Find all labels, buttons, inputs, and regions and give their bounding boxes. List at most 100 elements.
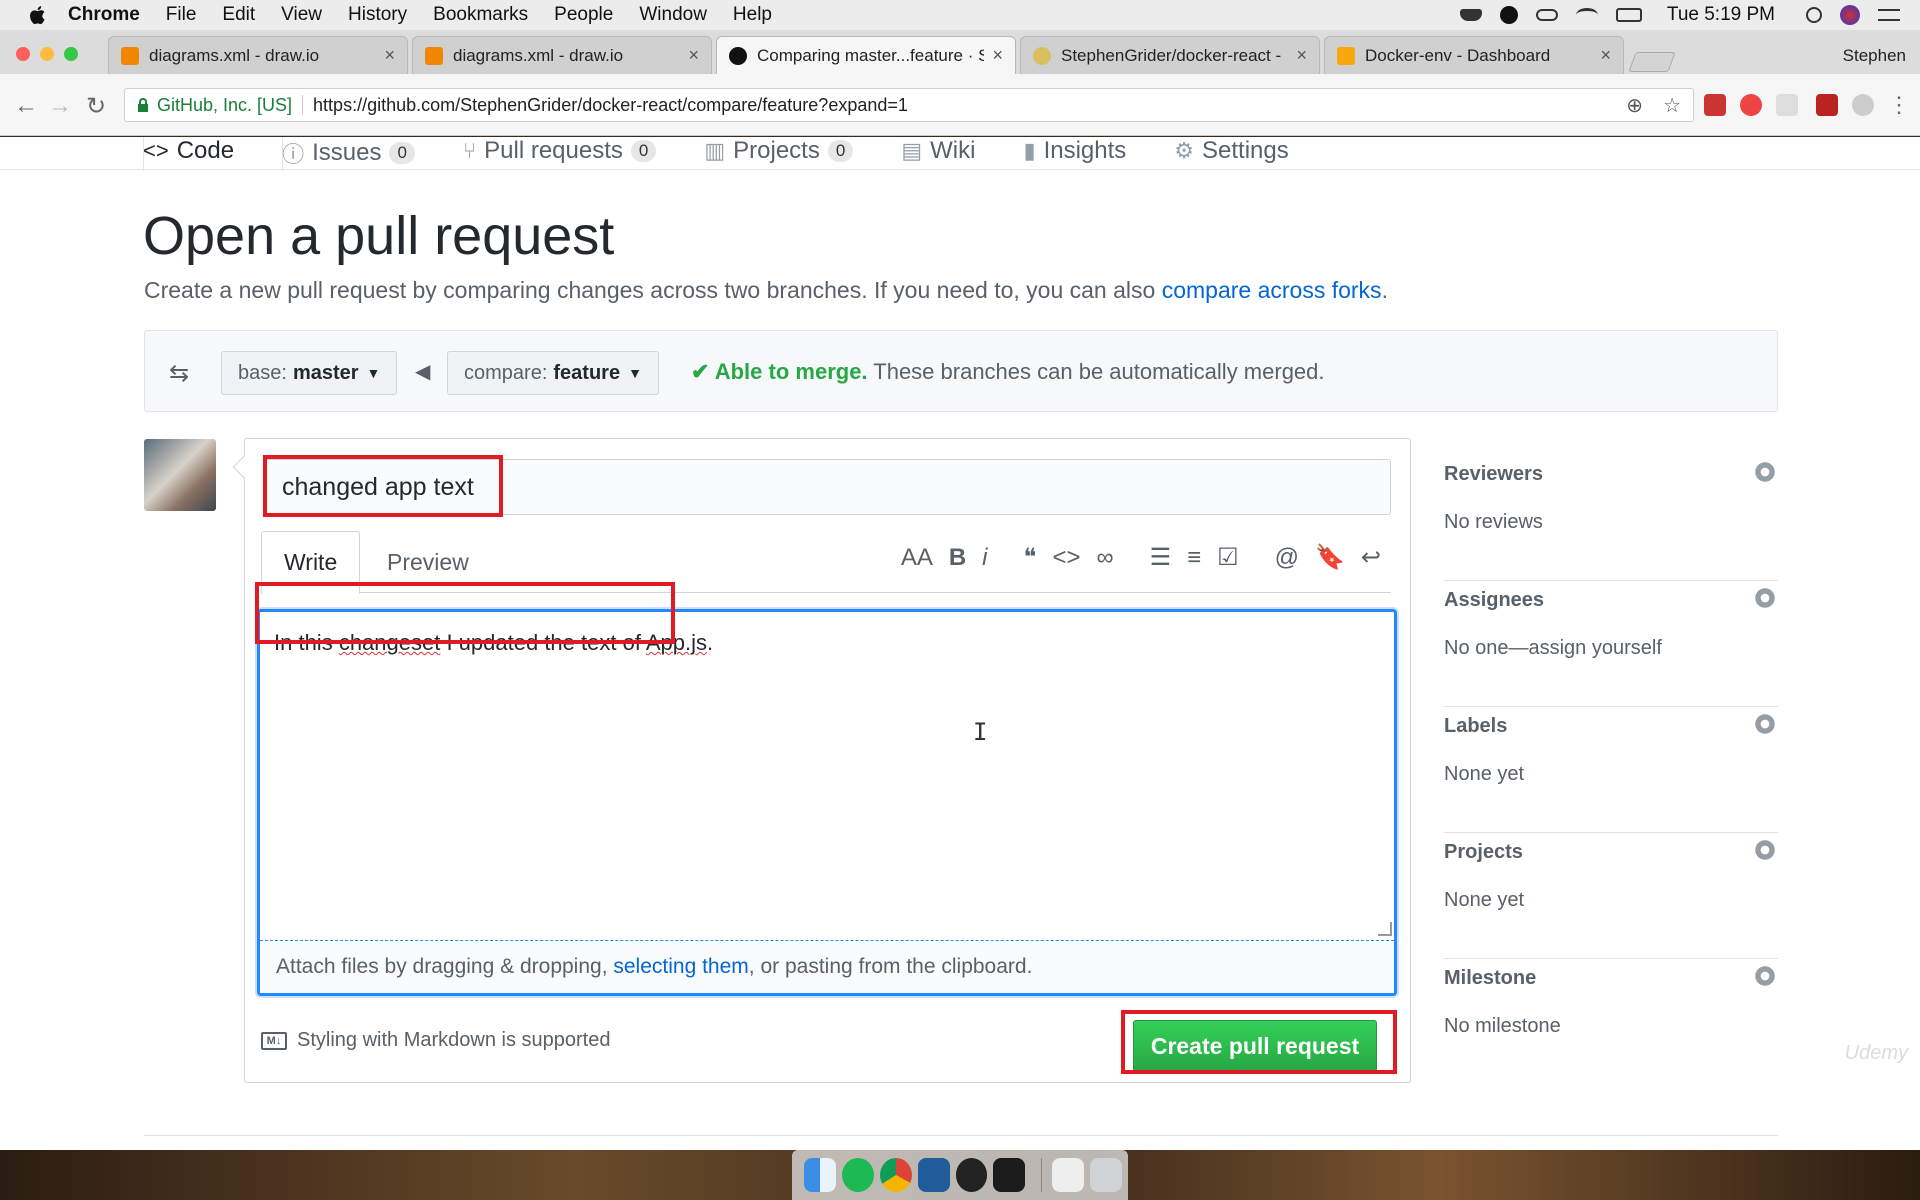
url-text[interactable]: https://github.com/StephenGrider/docker-… xyxy=(313,95,908,116)
tab-wiki[interactable]: ▤ Wiki xyxy=(901,137,975,165)
button-highlight-box xyxy=(1121,1010,1397,1074)
menu-app-name[interactable]: Chrome xyxy=(68,4,140,26)
markdown-note[interactable]: M↓ Styling with Markdown is supported xyxy=(261,1029,610,1052)
back-arrow-icon[interactable]: ← xyxy=(14,92,38,120)
tab-issues[interactable]: ⓘ Issues 0 xyxy=(282,137,415,169)
obs-icon[interactable] xyxy=(955,1158,988,1192)
chrome-menu-icon[interactable]: ⋮ xyxy=(1888,92,1910,118)
menu-file[interactable]: File xyxy=(166,4,197,26)
gear-icon[interactable] xyxy=(1752,837,1778,863)
bold-icon[interactable]: B xyxy=(949,544,966,572)
battery-icon[interactable] xyxy=(1615,8,1642,22)
glasses-icon[interactable] xyxy=(1535,9,1558,21)
pr-body-textarea[interactable]: In this changeset I updated the text of … xyxy=(257,609,1397,996)
code-icon[interactable]: <> xyxy=(1052,544,1080,572)
extension-icon[interactable] xyxy=(1852,94,1874,116)
macos-dock xyxy=(792,1150,1128,1200)
menu-history[interactable]: History xyxy=(348,4,407,26)
forward-arrow-icon[interactable]: → xyxy=(48,92,72,120)
graph-icon: ▮ xyxy=(1023,138,1036,163)
maximize-window-button[interactable] xyxy=(64,47,78,61)
tab-pull-requests[interactable]: ⑂ Pull requests 0 xyxy=(463,137,657,165)
attach-text: Attach files by dragging & dropping, xyxy=(276,955,614,978)
chrome-icon[interactable] xyxy=(879,1158,912,1192)
tab-projects[interactable]: ▥ Projects 0 xyxy=(704,137,854,165)
file-drop-zone[interactable]: Attach files by dragging & dropping, sel… xyxy=(260,940,1394,993)
gear-icon[interactable] xyxy=(1752,585,1778,611)
browser-tab[interactable]: diagrams.xml - draw.io × xyxy=(412,36,712,74)
tab-settings[interactable]: ⚙ Settings xyxy=(1174,137,1288,165)
avatar[interactable] xyxy=(144,439,216,511)
base-branch-select[interactable]: base: master ▼ xyxy=(221,351,398,395)
page-subtitle: Create a new pull request by comparing c… xyxy=(144,277,1388,304)
page-title: Open a pull request xyxy=(143,206,615,266)
compare-branch-select[interactable]: compare: feature ▼ xyxy=(447,351,659,395)
menu-view[interactable]: View xyxy=(281,4,322,26)
zoom-icon[interactable]: ⊕ xyxy=(1626,93,1643,118)
task-list-icon[interactable]: ☑ xyxy=(1217,543,1239,572)
menu-edit[interactable]: Edit xyxy=(222,4,255,26)
compare-across-forks-link[interactable]: compare across forks xyxy=(1162,277,1382,303)
vscode-icon[interactable] xyxy=(917,1158,950,1192)
notification-center-icon[interactable] xyxy=(1878,9,1900,21)
menu-help[interactable]: Help xyxy=(733,4,772,26)
browser-tab-active[interactable]: Comparing master...feature · S × xyxy=(716,36,1016,74)
close-icon[interactable]: × xyxy=(1600,45,1611,66)
terminal-icon[interactable] xyxy=(993,1158,1026,1192)
spotify-icon[interactable] xyxy=(841,1158,874,1192)
gear-icon[interactable] xyxy=(1752,963,1778,989)
reload-icon[interactable]: ↻ xyxy=(86,92,106,121)
quote-icon[interactable]: ❝ xyxy=(1024,543,1037,572)
profile-name[interactable]: Stephen xyxy=(1843,46,1906,66)
saved-reply-icon[interactable]: 🔖 xyxy=(1315,543,1345,572)
close-icon[interactable]: × xyxy=(1296,45,1307,66)
select-files-link[interactable]: selecting them xyxy=(613,955,748,978)
apple-logo-icon[interactable] xyxy=(28,5,46,25)
italic-icon[interactable]: i xyxy=(982,544,987,572)
numbered-list-icon[interactable]: ≡ xyxy=(1187,544,1201,572)
sidebar-value[interactable]: No one—assign yourself xyxy=(1444,637,1662,660)
menu-window[interactable]: Window xyxy=(639,4,707,26)
tab-insights[interactable]: ▮ Insights xyxy=(1023,137,1126,165)
extension-icon[interactable] xyxy=(1704,94,1726,116)
siri-icon[interactable] xyxy=(1840,5,1860,25)
close-icon[interactable]: × xyxy=(384,45,395,66)
link-icon[interactable]: ∞ xyxy=(1096,544,1113,572)
site-identity[interactable]: GitHub, Inc. [US] xyxy=(157,95,292,116)
wifi-icon[interactable] xyxy=(1575,8,1598,22)
reply-icon[interactable]: ↩ xyxy=(1361,543,1381,572)
docker-status-icon[interactable] xyxy=(1459,9,1482,21)
body-highlight-box xyxy=(255,582,675,644)
extension-icon[interactable] xyxy=(1740,94,1762,116)
menu-people[interactable]: People xyxy=(554,4,613,26)
tab-code[interactable]: <> Code xyxy=(143,137,234,165)
resize-handle[interactable] xyxy=(1378,922,1392,936)
gear-icon[interactable] xyxy=(1752,459,1778,485)
heading-icon[interactable]: AA xyxy=(901,544,933,572)
finder-icon[interactable] xyxy=(804,1158,836,1192)
close-icon[interactable]: × xyxy=(688,45,699,66)
bookmark-star-icon[interactable]: ☆ xyxy=(1663,93,1681,118)
obs-status-icon[interactable] xyxy=(1499,6,1518,24)
trash-icon[interactable] xyxy=(1090,1158,1122,1192)
browser-tab[interactable]: diagrams.xml - draw.io × xyxy=(108,36,408,74)
close-icon[interactable]: × xyxy=(992,45,1003,66)
menu-bookmarks[interactable]: Bookmarks xyxy=(433,4,528,26)
repo-nav: <> Code ⓘ Issues 0 ⑂ Pull requests 0 ▥ Project… xyxy=(143,137,1337,169)
address-bar[interactable]: GitHub, Inc. [US] https://github.com/Ste… xyxy=(124,88,1694,122)
css-extension-icon[interactable] xyxy=(1776,94,1798,116)
swap-branches-icon: ⇆ xyxy=(169,360,190,387)
browser-tab[interactable]: StephenGrider/docker-react - × xyxy=(1020,36,1320,74)
menu-clock[interactable]: Tue 5:19 PM xyxy=(1667,4,1775,26)
new-tab-button[interactable] xyxy=(1628,52,1676,72)
macos-menu-bar: Chrome File Edit View History Bookmarks … xyxy=(0,0,1920,30)
bulleted-list-icon[interactable]: ☰ xyxy=(1150,543,1172,572)
spotlight-search-icon[interactable] xyxy=(1806,7,1822,23)
mention-icon[interactable]: @ xyxy=(1275,544,1299,572)
minimize-window-button[interactable] xyxy=(40,47,54,61)
browser-tab[interactable]: Docker-env - Dashboard × xyxy=(1324,36,1624,74)
gear-icon[interactable] xyxy=(1752,711,1778,737)
extension-icon[interactable] xyxy=(1816,94,1838,116)
documents-icon[interactable] xyxy=(1052,1158,1085,1192)
close-window-button[interactable] xyxy=(16,47,30,61)
